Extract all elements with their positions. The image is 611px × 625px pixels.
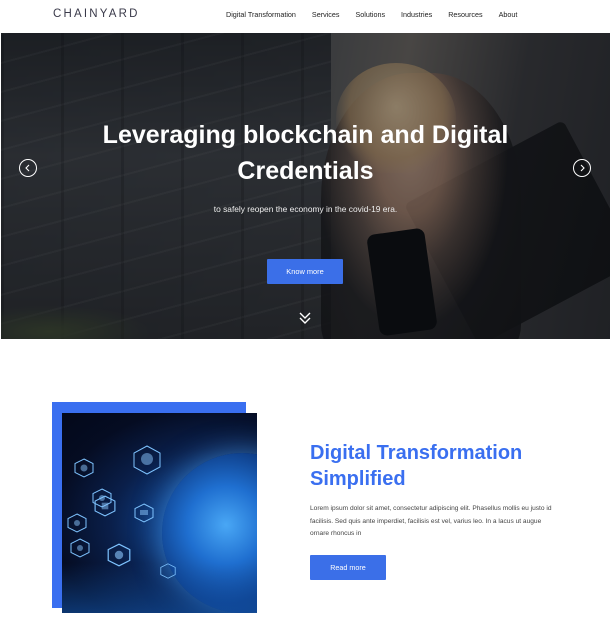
monitor-hex-icon [134, 503, 154, 523]
hero-title-line-2: Credentials [237, 157, 374, 185]
feature-title-line-1: Digital Transformation [310, 442, 523, 464]
scroll-down-icon[interactable] [298, 311, 312, 325]
feature-title-line-2: Simplified [310, 468, 406, 490]
nav-item-industries[interactable]: Industries [401, 10, 432, 19]
feature-description: Lorem ipsum dolor sit amet, consectetur … [310, 505, 552, 537]
carousel-next-button[interactable] [573, 159, 591, 177]
read-more-button[interactable]: Read more [310, 555, 386, 580]
chevron-left-icon [25, 164, 30, 172]
nav-item-services[interactable]: Services [312, 10, 340, 19]
hero-title: Leveraging blockchain and Digital Creden… [0, 117, 611, 189]
nav-item-digital-transformation[interactable]: Digital Transformation [226, 10, 296, 19]
robot-arm-hex-icon [94, 495, 116, 517]
carousel-prev-button[interactable] [19, 159, 37, 177]
know-more-button[interactable]: Know more [267, 259, 343, 284]
hero-title-line-1: Leveraging blockchain and Digital [102, 121, 509, 149]
nav-item-solutions[interactable]: Solutions [355, 10, 385, 19]
gear-hex-icon [67, 513, 87, 533]
robot-hex-icon [107, 543, 131, 567]
logo[interactable]: CHAINYARD [53, 8, 140, 20]
ai-head-hex-icon [133, 445, 161, 475]
chart-hex-icon [74, 458, 94, 478]
nav-item-about[interactable]: About [499, 10, 518, 19]
cloud-hex-icon [70, 538, 90, 558]
drone-hex-icon [160, 563, 176, 579]
feature-image [62, 413, 257, 613]
main-nav: Digital Transformation Services Solution… [226, 10, 517, 19]
nav-item-resources[interactable]: Resources [448, 10, 482, 19]
feature-title: Digital Transformation Simplified [310, 440, 570, 492]
hero-subtitle: to safely reopen the economy in the covi… [213, 204, 398, 214]
site-header: CHAINYARD Digital Transformation Service… [0, 0, 611, 32]
chevron-right-icon [580, 164, 585, 172]
